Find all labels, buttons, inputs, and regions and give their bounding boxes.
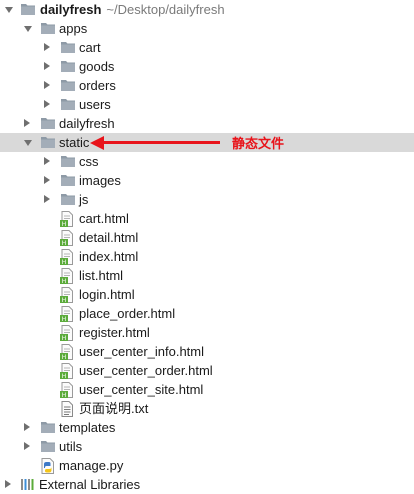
tree-item-dailyfresh[interactable]: dailyfresh bbox=[0, 114, 414, 133]
tree-item-apps[interactable]: apps bbox=[0, 19, 414, 38]
tree-item-label: static bbox=[59, 135, 90, 150]
tree-item-file[interactable]: H cart.html bbox=[0, 209, 414, 228]
tree-item-file[interactable]: H place_order.html bbox=[0, 304, 414, 323]
tree-item-label: manage.py bbox=[59, 458, 124, 473]
svg-text:H: H bbox=[62, 278, 67, 284]
tree-item-label: register.html bbox=[79, 325, 150, 340]
folder-icon bbox=[20, 2, 36, 19]
svg-text:H: H bbox=[62, 221, 67, 227]
chevron-right-icon[interactable] bbox=[24, 442, 30, 450]
svg-text:H: H bbox=[62, 392, 67, 398]
tree-item-js[interactable]: js bbox=[0, 190, 414, 209]
tree-item-label: user_center_info.html bbox=[79, 344, 205, 359]
tree-item-label: cart bbox=[79, 40, 101, 55]
tree-item-label: utils bbox=[59, 439, 83, 454]
project-tree: dailyfresh ~/Desktop/dailyfresh apps cart… bbox=[0, 0, 414, 494]
svg-text:H: H bbox=[62, 297, 67, 303]
chevron-down-icon[interactable] bbox=[24, 140, 32, 146]
chevron-right-icon[interactable] bbox=[44, 157, 50, 165]
tree-item-file[interactable]: H list.html bbox=[0, 266, 414, 285]
tree-item-label: index.html bbox=[79, 249, 139, 264]
folder-icon bbox=[40, 420, 56, 437]
svg-text:H: H bbox=[62, 240, 67, 246]
chevron-right-icon[interactable] bbox=[44, 176, 50, 184]
project-title: dailyfresh ~/Desktop/dailyfresh bbox=[40, 2, 225, 17]
tree-item-label: cart.html bbox=[79, 211, 129, 226]
tree-item-file[interactable]: H register.html bbox=[0, 323, 414, 342]
folder-icon bbox=[60, 59, 76, 76]
tree-item-users[interactable]: users bbox=[0, 95, 414, 114]
libraries-icon bbox=[20, 477, 36, 494]
tree-item-templates[interactable]: templates bbox=[0, 418, 414, 437]
tree-item-label: user_center_site.html bbox=[79, 382, 204, 397]
tree-item-images[interactable]: images bbox=[0, 171, 414, 190]
folder-icon bbox=[60, 154, 76, 171]
tree-item-label: dailyfresh bbox=[59, 116, 115, 131]
project-path: ~/Desktop/dailyfresh bbox=[106, 2, 225, 17]
chevron-right-icon[interactable] bbox=[44, 195, 50, 203]
tree-item-label: External Libraries bbox=[39, 477, 141, 492]
tree-item-file[interactable]: H user_center_info.html bbox=[0, 342, 414, 361]
tree-item-file[interactable]: 页面说明.txt bbox=[0, 399, 414, 418]
chevron-right-icon[interactable] bbox=[44, 43, 50, 51]
tree-item-label: apps bbox=[59, 21, 88, 36]
folder-icon bbox=[60, 40, 76, 57]
tree-item-orders[interactable]: orders bbox=[0, 76, 414, 95]
annotation-arrowhead bbox=[90, 136, 104, 150]
tree-item-label: 页面说明.txt bbox=[79, 401, 149, 416]
folder-icon bbox=[40, 116, 56, 133]
tree-item-goods[interactable]: goods bbox=[0, 57, 414, 76]
tree-item-label: list.html bbox=[79, 268, 124, 283]
chevron-right-icon[interactable] bbox=[44, 62, 50, 70]
folder-icon bbox=[40, 439, 56, 456]
folder-icon bbox=[60, 173, 76, 190]
tree-item-file[interactable]: H detail.html bbox=[0, 228, 414, 247]
tree-item-label: detail.html bbox=[79, 230, 139, 245]
tree-item-manage-py[interactable]: manage.py bbox=[0, 456, 414, 475]
tree-item-label: user_center_order.html bbox=[79, 363, 213, 378]
chevron-right-icon[interactable] bbox=[44, 100, 50, 108]
svg-text:H: H bbox=[62, 354, 67, 360]
svg-text:H: H bbox=[62, 259, 67, 265]
tree-item-file[interactable]: H user_center_order.html bbox=[0, 361, 414, 380]
folder-icon bbox=[40, 135, 56, 152]
tree-item-label: users bbox=[79, 97, 111, 112]
tree-item-label: templates bbox=[59, 420, 116, 435]
tree-item-label: js bbox=[79, 192, 89, 207]
chevron-right-icon[interactable] bbox=[24, 119, 30, 127]
tree-item-label: images bbox=[79, 173, 121, 188]
tree-item-utils[interactable]: utils bbox=[0, 437, 414, 456]
tree-item-external-libraries[interactable]: External Libraries bbox=[0, 475, 414, 494]
chevron-right-icon[interactable] bbox=[24, 423, 30, 431]
tree-item-label: orders bbox=[79, 78, 116, 93]
chevron-down-icon[interactable] bbox=[5, 7, 13, 13]
svg-text:H: H bbox=[62, 316, 67, 322]
chevron-down-icon[interactable] bbox=[24, 26, 32, 32]
chevron-right-icon[interactable] bbox=[5, 480, 11, 488]
tree-item-css[interactable]: css bbox=[0, 152, 414, 171]
annotation-arrow bbox=[100, 141, 220, 144]
folder-icon bbox=[60, 78, 76, 95]
folder-icon bbox=[60, 97, 76, 114]
tree-item-label: place_order.html bbox=[79, 306, 176, 321]
tree-item-label: login.html bbox=[79, 287, 135, 302]
tree-item-file[interactable]: H index.html bbox=[0, 247, 414, 266]
folder-icon bbox=[60, 192, 76, 209]
tree-item-file[interactable]: H user_center_site.html bbox=[0, 380, 414, 399]
svg-text:H: H bbox=[62, 373, 67, 379]
tree-item-label: goods bbox=[79, 59, 115, 74]
tree-item-cart[interactable]: cart bbox=[0, 38, 414, 57]
folder-icon bbox=[40, 21, 56, 38]
chevron-right-icon[interactable] bbox=[44, 81, 50, 89]
svg-text:H: H bbox=[62, 335, 67, 341]
tree-item-file[interactable]: H login.html bbox=[0, 285, 414, 304]
annotation-label: 静态文件 bbox=[232, 137, 285, 152]
tree-item-label: css bbox=[79, 154, 99, 169]
tree-item-dailyfresh-root[interactable]: dailyfresh ~/Desktop/dailyfresh bbox=[0, 0, 414, 19]
